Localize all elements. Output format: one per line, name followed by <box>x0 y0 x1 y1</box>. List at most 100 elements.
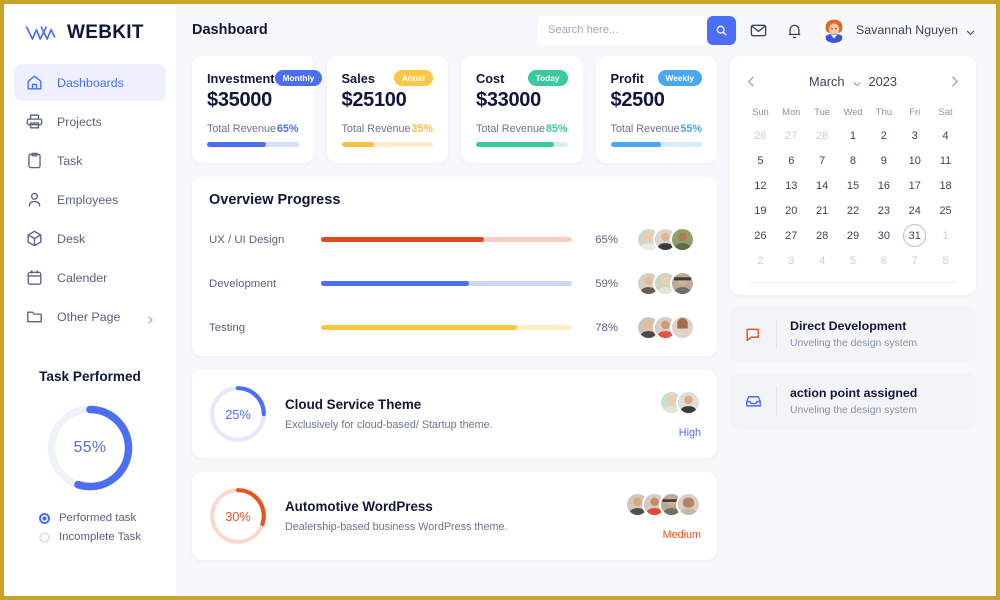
avatar-stack[interactable] <box>617 491 701 517</box>
calendar-day[interactable]: 17 <box>899 173 930 198</box>
calendar-day[interactable]: 16 <box>868 173 899 198</box>
calendar-day[interactable]: 28 <box>807 123 838 148</box>
sidebar-item-other-page[interactable]: Other Page <box>14 298 166 335</box>
calendar-day[interactable]: 15 <box>838 173 869 198</box>
progress-ring: 25% <box>208 384 268 444</box>
progress-track <box>476 142 568 147</box>
calendar-day[interactable]: 10 <box>899 148 930 173</box>
calendar-day[interactable]: 12 <box>745 173 776 198</box>
sidebar-item-label: Other Page <box>57 309 121 324</box>
sidebar-item-dashboards[interactable]: Dashboards <box>14 64 166 101</box>
overview-percent: 65% <box>595 233 618 246</box>
calendar-day[interactable]: 8 <box>838 148 869 173</box>
main-area: Dashboard Search here... Savannah Nguyen… <box>176 4 996 596</box>
mail-icon[interactable] <box>749 21 768 40</box>
sidebar-item-projects[interactable]: Projects <box>14 103 166 140</box>
calendar-day[interactable]: 27 <box>776 123 807 148</box>
stat-card-profit[interactable]: Profit Weekly $2500 Total Revenue 55% <box>595 56 717 163</box>
priority-label: High <box>678 426 701 439</box>
note-item-action-point-assigned[interactable]: action point assigned Unveling the desig… <box>730 373 976 429</box>
note-sub: Unveling the design system <box>790 338 918 349</box>
legend-item-performed[interactable]: Performed task <box>38 512 141 524</box>
calendar-grid: Sun Mon Tue Wed Thu Fri Sat 26 27 28 1 2… <box>745 102 961 273</box>
theme-card-automotive-wordpress[interactable]: 30% Automotive WordPress Dealership-base… <box>192 472 717 560</box>
calendar-day[interactable]: 1 <box>930 223 961 248</box>
avatar-stack[interactable] <box>636 227 700 252</box>
calendar-day[interactable]: 1 <box>838 123 869 148</box>
calendar-day[interactable]: 21 <box>807 198 838 223</box>
task-performed-percent: 55% <box>73 439 107 456</box>
calendar-day[interactable]: 30 <box>868 223 899 248</box>
ring-percent: 25% <box>225 406 251 422</box>
inbox-icon <box>744 392 763 411</box>
overview-percent: 59% <box>595 277 618 290</box>
calendar-day[interactable]: 3 <box>776 248 807 273</box>
chevron-left-icon[interactable] <box>745 75 758 88</box>
avatar[interactable] <box>821 17 848 43</box>
calendar-day[interactable]: 5 <box>745 148 776 173</box>
avatar-stack[interactable] <box>636 315 700 340</box>
legend-label: Performed task <box>58 512 137 524</box>
calendar-day[interactable]: 5 <box>838 248 869 273</box>
calendar-day[interactable]: 8 <box>930 248 961 273</box>
theme-card-cloud-service[interactable]: 25% Cloud Service Theme Exclusively for … <box>192 370 717 458</box>
search-input[interactable] <box>538 15 708 45</box>
search-box[interactable] <box>538 15 737 45</box>
calendar-day[interactable]: 3 <box>899 123 930 148</box>
sidebar-item-calender[interactable]: Calender <box>14 259 166 296</box>
sidebar-item-employees[interactable]: Employees <box>14 181 166 218</box>
calendar-day[interactable]: 20 <box>776 198 807 223</box>
calendar-day[interactable]: 25 <box>930 198 961 223</box>
calendar-day[interactable]: 13 <box>776 173 807 198</box>
calendar-day[interactable]: 2 <box>868 123 899 148</box>
chevron-down-icon[interactable] <box>965 25 976 36</box>
calendar-day[interactable]: 29 <box>838 223 869 248</box>
calendar-day[interactable]: 11 <box>930 148 961 173</box>
calendar-day[interactable]: 4 <box>930 123 961 148</box>
note-item-direct-development[interactable]: Direct Development Unveling the design s… <box>730 306 976 362</box>
calendar-day[interactable]: 7 <box>899 248 930 273</box>
sidebar-item-label: Projects <box>57 114 102 129</box>
calendar-day[interactable]: 14 <box>807 173 838 198</box>
calendar-month-year[interactable]: March 2023 <box>758 74 948 89</box>
calendar-year: 2023 <box>868 73 898 89</box>
calendar-day[interactable]: 7 <box>807 148 838 173</box>
stat-percent: 55% <box>680 123 702 135</box>
calendar-day[interactable]: 26 <box>745 223 776 248</box>
brand-logo[interactable]: WEBKIT <box>4 4 176 58</box>
calendar-day[interactable]: 6 <box>776 148 807 173</box>
calendar-day[interactable]: 19 <box>745 198 776 223</box>
calendar-day[interactable]: 18 <box>930 173 961 198</box>
task-performed-panel: Task Performed 55% Performed task Incomp… <box>4 369 176 550</box>
sidebar-item-desk[interactable]: Desk <box>14 220 166 257</box>
calendar-day-selected[interactable]: 31 <box>899 223 930 248</box>
stat-card-cost[interactable]: Cost Today $33000 Total Revenue 85% <box>461 56 583 163</box>
sidebar: WEBKIT Dashboards Projects Task Employee… <box>4 4 176 596</box>
sidebar-item-task[interactable]: Task <box>14 142 166 179</box>
calendar-day[interactable]: 24 <box>899 198 930 223</box>
calendar-day[interactable]: 6 <box>868 248 899 273</box>
calendar-day[interactable]: 27 <box>776 223 807 248</box>
calendar-day[interactable]: 26 <box>745 123 776 148</box>
legend-item-incomplete[interactable]: Incomplete Task <box>38 531 141 543</box>
right-column: March 2023 Sun Mon Tue Wed Thu Fri Sat 2… <box>730 56 976 596</box>
avatar-stack[interactable] <box>636 271 700 296</box>
calendar-day[interactable]: 4 <box>807 248 838 273</box>
calendar-day[interactable]: 23 <box>868 198 899 223</box>
calendar-day[interactable]: 2 <box>745 248 776 273</box>
stat-card-investment[interactable]: Investment Monthly $35000 Total Revenue … <box>192 56 323 163</box>
note-title: action point assigned <box>790 386 918 400</box>
bell-icon[interactable] <box>785 21 804 40</box>
calendar-day[interactable]: 9 <box>868 148 899 173</box>
top-header: Dashboard Search here... Savannah Nguyen <box>176 4 996 56</box>
chevron-down-icon[interactable] <box>852 76 862 87</box>
chevron-right-icon[interactable] <box>948 75 961 88</box>
stat-percent: 65% <box>276 123 299 135</box>
stat-card-sales[interactable]: Sales Anual $25100 Total Revenue 35% <box>326 56 448 163</box>
calendar-dow: Sun <box>752 106 769 117</box>
stat-name: Cost <box>476 70 505 86</box>
search-button[interactable] <box>707 15 737 45</box>
calendar-day[interactable]: 28 <box>807 223 838 248</box>
avatar-stack[interactable] <box>617 389 701 415</box>
calendar-day[interactable]: 22 <box>838 198 869 223</box>
